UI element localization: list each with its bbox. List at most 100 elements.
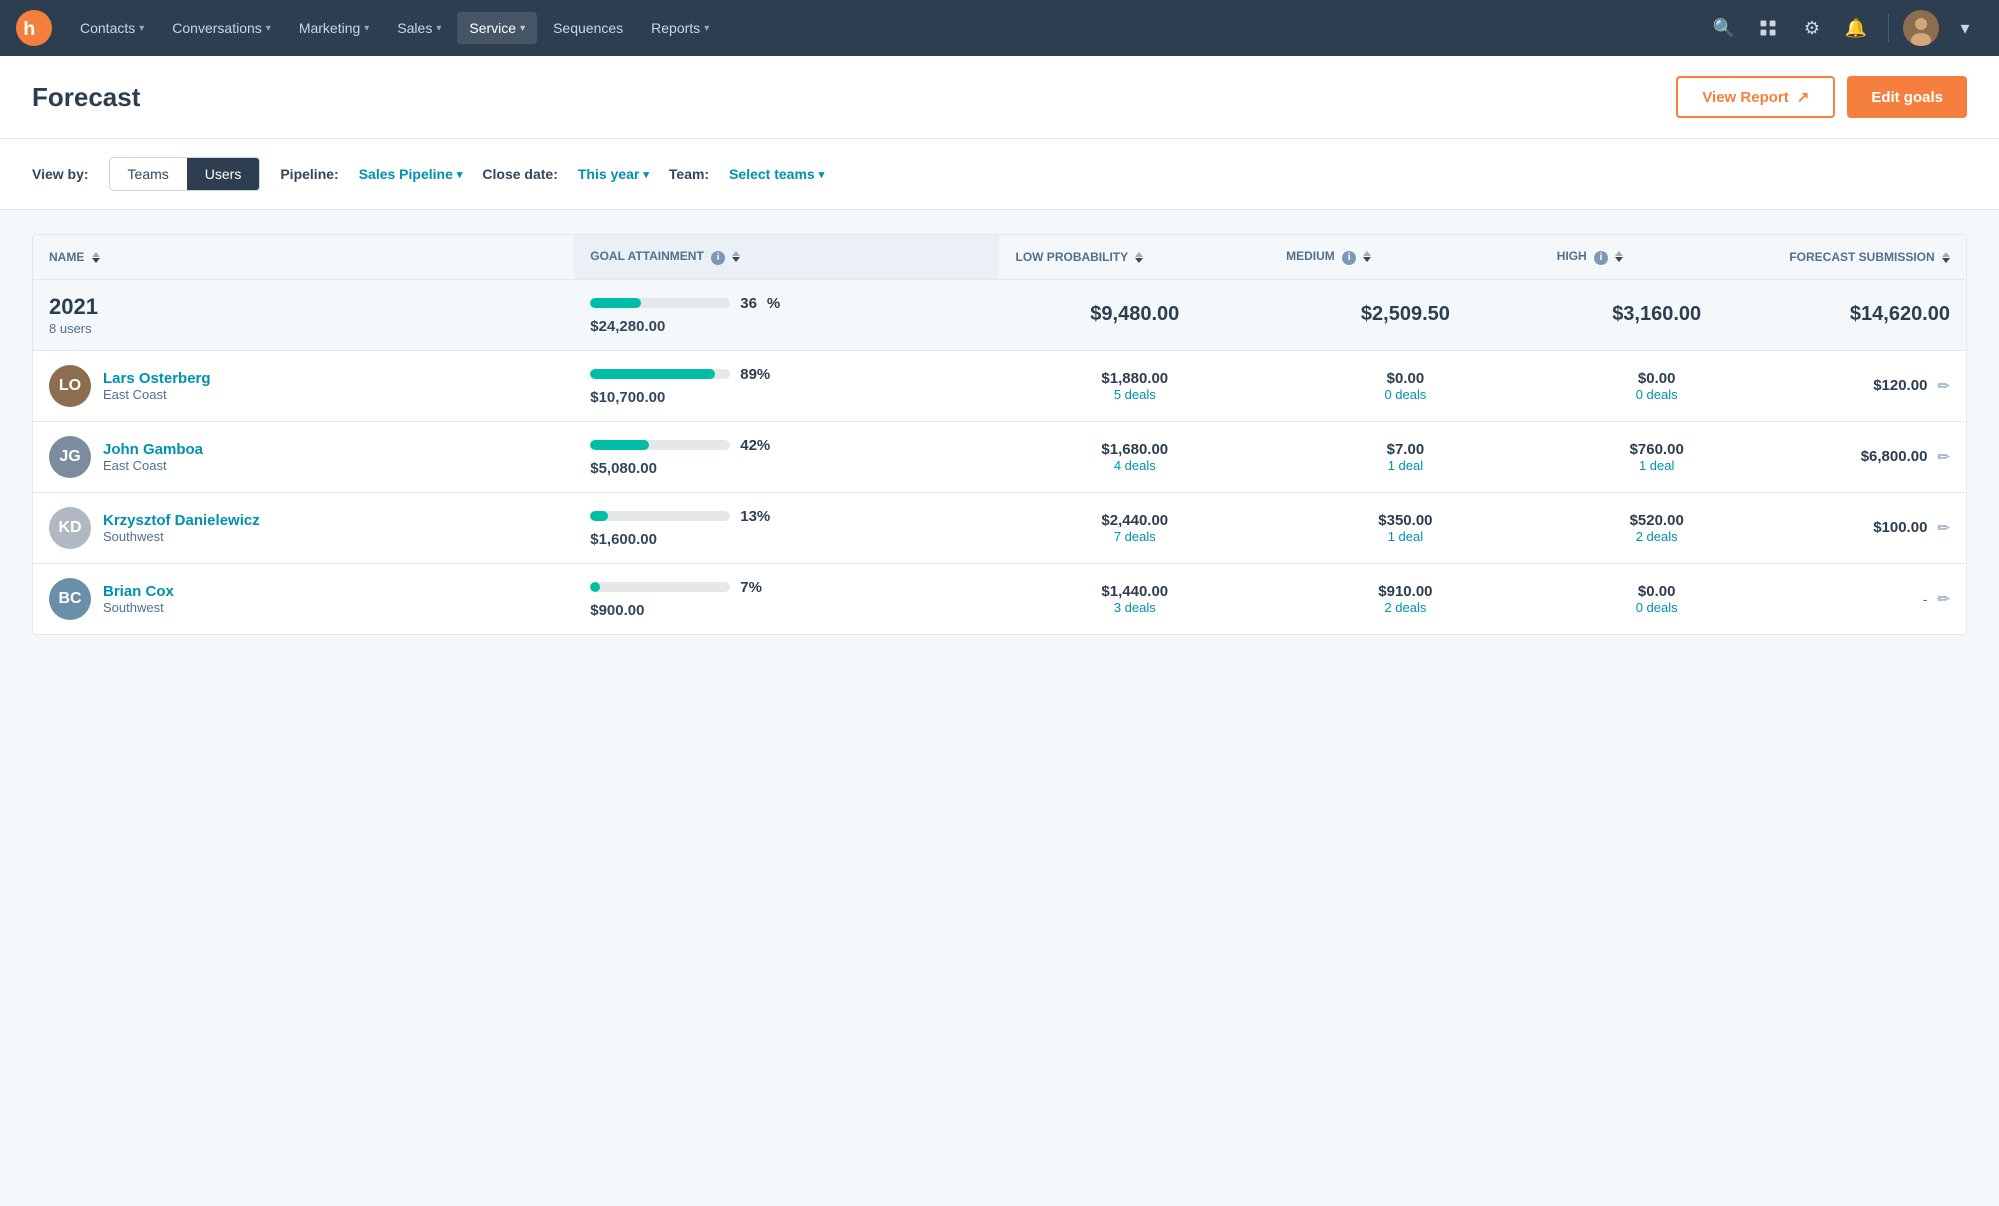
nav-sales[interactable]: Sales ▾ xyxy=(385,12,453,44)
forecast-table-container: NAME GOAL ATTAINMENT i LOW PROBABILITY M… xyxy=(32,234,1967,635)
user-avatar[interactable] xyxy=(1903,10,1939,46)
col-header-low[interactable]: LOW PROBABILITY xyxy=(999,235,1270,279)
table-row-summary: 2021 8 users 36 % $24,280.00 $9,480.00 xyxy=(33,279,1966,350)
user-goal-amount: $1,600.00 xyxy=(590,531,983,548)
info-icon[interactable]: i xyxy=(1342,251,1356,265)
view-by-toggle: Teams Users xyxy=(109,157,261,191)
medium-deals: 0 deals xyxy=(1286,387,1525,402)
user-forecast-cell: $6,800.00✏ xyxy=(1773,421,1966,492)
col-header-name[interactable]: NAME xyxy=(33,235,574,279)
progress-bar-background xyxy=(590,298,730,308)
progress-bar-background xyxy=(590,582,730,592)
high-value: $760.00 xyxy=(1557,441,1757,458)
low-deals: 5 deals xyxy=(1015,387,1254,402)
user-team: Southwest xyxy=(103,529,260,544)
user-cell: JG John Gamboa East Coast xyxy=(49,436,558,478)
user-medium-cell: $350.001 deal xyxy=(1270,492,1541,563)
nav-service[interactable]: Service ▾ xyxy=(457,12,537,44)
nav-conversations[interactable]: Conversations ▾ xyxy=(160,12,283,44)
user-name[interactable]: Lars Osterberg xyxy=(103,370,211,387)
chevron-down-icon: ▾ xyxy=(436,23,441,34)
edit-icon[interactable]: ✏ xyxy=(1937,448,1950,466)
user-team: East Coast xyxy=(103,387,211,402)
user-name-cell: LO Lars Osterberg East Coast xyxy=(33,350,574,421)
user-forecast-cell: -✏ xyxy=(1773,563,1966,634)
user-name[interactable]: Krzysztof Danielewicz xyxy=(103,512,260,529)
view-by-users-button[interactable]: Users xyxy=(187,158,260,190)
progress-bar-fill xyxy=(590,582,600,592)
user-high-cell: $0.000 deals xyxy=(1541,350,1773,421)
hubspot-logo[interactable]: h xyxy=(16,10,52,46)
user-team: Southwest xyxy=(103,600,174,615)
table-row: JG John Gamboa East Coast 42% $5,080.00 $… xyxy=(33,421,1966,492)
nav-sequences[interactable]: Sequences xyxy=(541,12,635,44)
sort-icon xyxy=(1363,251,1371,262)
user-name[interactable]: Brian Cox xyxy=(103,583,174,600)
sort-icon xyxy=(1135,252,1143,263)
progress-bar-fill xyxy=(590,369,715,379)
page-title: Forecast xyxy=(32,82,140,113)
low-value: $1,680.00 xyxy=(1015,441,1254,458)
summary-year: 2021 xyxy=(49,294,558,320)
user-progress: 7% xyxy=(590,579,983,596)
nav-reports[interactable]: Reports ▾ xyxy=(639,12,721,44)
chevron-down-icon: ▾ xyxy=(139,23,144,34)
pipeline-label: Pipeline: xyxy=(280,166,338,182)
col-header-medium[interactable]: MEDIUM i xyxy=(1270,235,1541,279)
summary-goal-amount: $24,280.00 xyxy=(590,318,983,335)
info-icon[interactable]: i xyxy=(711,251,725,265)
top-navigation: h Contacts ▾ Conversations ▾ Marketing ▾… xyxy=(0,0,1999,56)
user-percent: 89% xyxy=(740,366,770,383)
user-goal-amount: $10,700.00 xyxy=(590,389,983,406)
user-low-cell: $1,880.005 deals xyxy=(999,350,1270,421)
account-chevron-icon[interactable]: ▾ xyxy=(1947,10,1983,46)
edit-goals-button[interactable]: Edit goals xyxy=(1847,76,1967,118)
user-percent: 42% xyxy=(740,437,770,454)
edit-icon[interactable]: ✏ xyxy=(1937,590,1950,608)
low-deals: 3 deals xyxy=(1015,600,1254,615)
table-row: LO Lars Osterberg East Coast 89% $10,700… xyxy=(33,350,1966,421)
summary-medium-cell: $2,509.50 xyxy=(1270,279,1541,350)
user-name[interactable]: John Gamboa xyxy=(103,441,203,458)
forecast-cell: $100.00✏ xyxy=(1789,519,1950,537)
low-deals: 4 deals xyxy=(1015,458,1254,473)
user-medium-cell: $7.001 deal xyxy=(1270,421,1541,492)
user-progress: 13% xyxy=(590,508,983,525)
low-deals: 7 deals xyxy=(1015,529,1254,544)
search-button[interactable]: 🔍 xyxy=(1706,10,1742,46)
forecast-cell: -✏ xyxy=(1789,590,1950,608)
user-goal-amount: $5,080.00 xyxy=(590,460,983,477)
chevron-down-icon: ▾ xyxy=(704,23,709,34)
notifications-icon[interactable]: 🔔 xyxy=(1838,10,1874,46)
col-header-high[interactable]: HIGH i xyxy=(1541,235,1773,279)
edit-icon[interactable]: ✏ xyxy=(1937,519,1950,537)
marketplace-icon[interactable] xyxy=(1750,10,1786,46)
col-header-goal[interactable]: GOAL ATTAINMENT i xyxy=(574,235,999,279)
user-goal-cell: 13% $1,600.00 xyxy=(574,492,999,563)
view-by-teams-button[interactable]: Teams xyxy=(110,158,187,190)
pipeline-dropdown[interactable]: Sales Pipeline ▾ xyxy=(359,166,463,182)
view-by-label: View by: xyxy=(32,166,89,182)
user-goal-cell: 7% $900.00 xyxy=(574,563,999,634)
col-header-forecast[interactable]: FORECAST SUBMISSION xyxy=(1773,235,1966,279)
forecast-cell: $6,800.00✏ xyxy=(1789,448,1950,466)
chevron-down-icon: ▾ xyxy=(643,168,649,181)
forecast-dash: - xyxy=(1923,591,1928,607)
user-percent: 13% xyxy=(740,508,770,525)
team-dropdown[interactable]: Select teams ▾ xyxy=(729,166,824,182)
user-name-cell: JG John Gamboa East Coast xyxy=(33,421,574,492)
info-icon[interactable]: i xyxy=(1594,251,1608,265)
svg-text:h: h xyxy=(23,18,35,40)
nav-marketing[interactable]: Marketing ▾ xyxy=(287,12,382,44)
nav-contacts[interactable]: Contacts ▾ xyxy=(68,12,156,44)
edit-icon[interactable]: ✏ xyxy=(1937,377,1950,395)
avatar: JG xyxy=(49,436,91,478)
close-date-dropdown[interactable]: This year ▾ xyxy=(578,166,649,182)
user-high-cell: $520.002 deals xyxy=(1541,492,1773,563)
user-high-cell: $760.001 deal xyxy=(1541,421,1773,492)
view-report-button[interactable]: View Report ↗ xyxy=(1676,76,1835,118)
settings-icon[interactable]: ⚙ xyxy=(1794,10,1830,46)
high-value: $0.00 xyxy=(1557,370,1757,387)
chevron-down-icon: ▾ xyxy=(364,23,369,34)
sort-icon xyxy=(1942,252,1950,263)
